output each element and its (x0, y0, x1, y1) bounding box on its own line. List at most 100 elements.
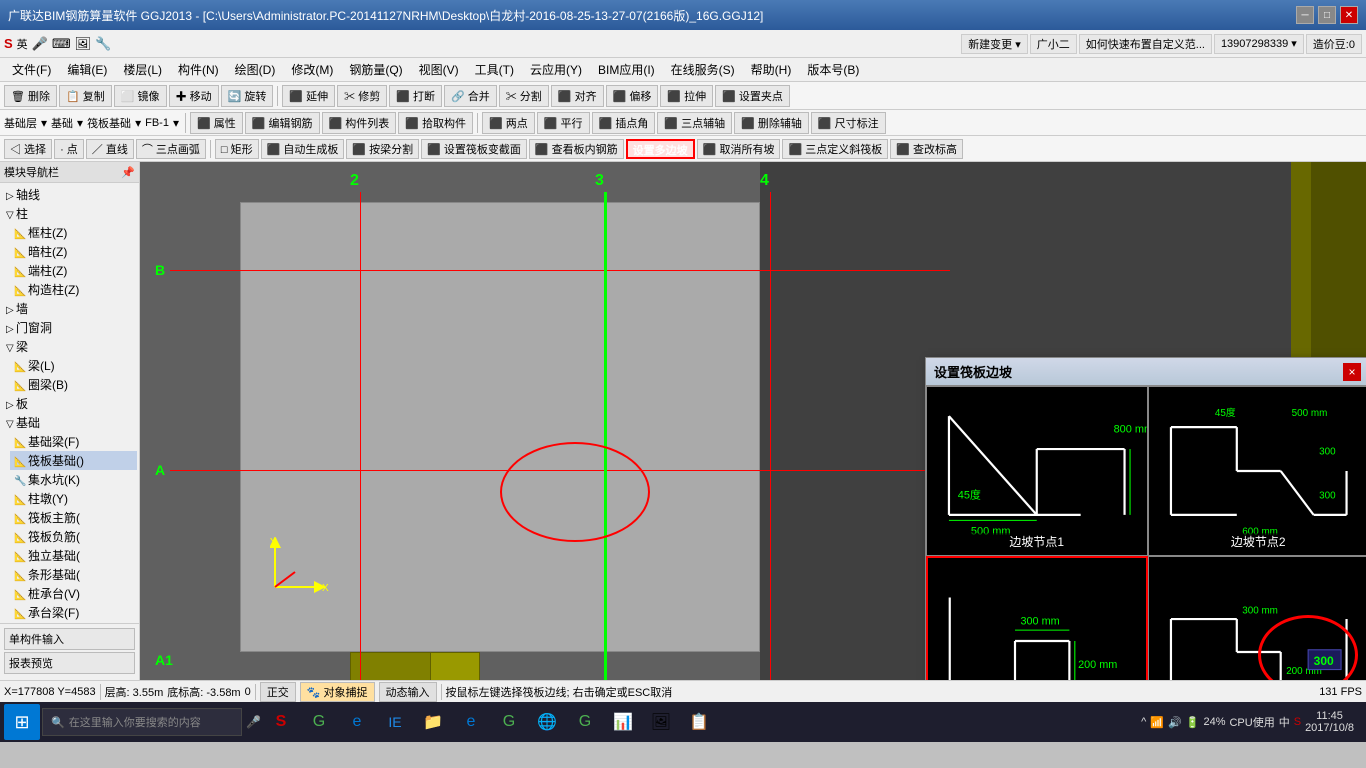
sogou-skin-icon[interactable]: 🖼 (75, 36, 92, 52)
dialog-close-btn[interactable]: × (1343, 363, 1361, 381)
tray-ime[interactable]: S (1294, 716, 1301, 728)
taskapp-edge[interactable]: e (339, 704, 375, 740)
sidebar-item-cap-beam[interactable]: 📐承台梁(F) (10, 603, 137, 622)
mic-icon[interactable]: 🎤 (246, 715, 261, 729)
minimize-button[interactable]: ─ (1296, 6, 1314, 24)
report-preview-btn[interactable]: 报表预览 (4, 652, 135, 674)
grip-btn[interactable]: ⬛ 设置夹点 (715, 85, 790, 107)
set-slope-btn[interactable]: 设置多边坡 (626, 139, 695, 159)
system-clock[interactable]: 11:45 2017/10/8 (1305, 710, 1354, 734)
merge-btn[interactable]: 🔗 合并 (444, 85, 497, 107)
node2-cell[interactable]: 500 mm 300 300 45度 600 mm 边坡节点2 (1148, 386, 1366, 556)
start-button[interactable]: ⊞ (4, 704, 40, 740)
menu-file[interactable]: 文件(F) (4, 59, 59, 80)
tray-volume[interactable]: 🔊 (1168, 716, 1182, 729)
copy-btn[interactable]: 📋 复制 (59, 85, 112, 107)
taskapp-s[interactable]: S (263, 704, 299, 740)
split-btn[interactable]: ✂ 分割 (499, 85, 549, 107)
component-list-btn[interactable]: ⬛ 构件列表 (322, 112, 397, 134)
tray-lang[interactable]: 中 (1279, 714, 1290, 730)
taskapp-app4[interactable]: G (567, 704, 603, 740)
taskapp-folder[interactable]: 📁 (415, 704, 451, 740)
taskbar-search[interactable]: 🔍 在这里输入你要搜索的内容 (42, 708, 242, 736)
menu-modify[interactable]: 修改(M) (283, 59, 341, 80)
new-change-btn[interactable]: 新建变更 ▾ (961, 34, 1028, 54)
sidebar-item-end-column[interactable]: 📐端柱(Z) (10, 261, 137, 280)
extend-btn[interactable]: ⬛ 延伸 (282, 85, 335, 107)
single-input-btn[interactable]: 单构件输入 (4, 628, 135, 650)
quick-layout-btn[interactable]: 如何快速布置自定义范... (1079, 34, 1212, 54)
move-btn[interactable]: ✚ 移动 (169, 85, 219, 107)
sidebar-item-raft[interactable]: 📐筏板基础() (10, 451, 137, 470)
mirror-btn[interactable]: ⬜ 镜像 (114, 85, 167, 107)
sidebar-pin-icon[interactable]: 📌 (121, 166, 135, 179)
set-cross-btn[interactable]: ⬛ 设置筏板变截面 (421, 139, 527, 159)
taskapp-app6[interactable]: 🖼 (643, 704, 679, 740)
sidebar-item-isolated[interactable]: 📐独立基础( (10, 546, 137, 565)
guangxiao-btn[interactable]: 广小二 (1030, 34, 1077, 54)
height-btn[interactable]: ⬛ 查改标高 (890, 139, 963, 159)
sidebar-item-foundation[interactable]: ▽基础 (2, 413, 137, 432)
node1-cell[interactable]: 500 mm 800 mm 45度 边坡节点1 (926, 386, 1148, 556)
split-beam-btn[interactable]: ⬛ 按梁分割 (346, 139, 419, 159)
break-btn[interactable]: ⬛ 打断 (389, 85, 442, 107)
sidebar-item-hidden-column[interactable]: 📐暗柱(Z) (10, 242, 137, 261)
phone-btn[interactable]: 13907298339 ▾ (1214, 34, 1304, 54)
view-rebar-btn[interactable]: ⬛ 查看板内钢筋 (529, 139, 624, 159)
taskapp-app3[interactable]: G (491, 704, 527, 740)
threepoint-aux-btn[interactable]: ⬛ 三点辅轴 (657, 112, 732, 134)
tray-icon-1[interactable]: ^ (1141, 716, 1146, 728)
sidebar-item-raft-main[interactable]: 📐筏板主筋( (10, 508, 137, 527)
snap-btn[interactable]: 🐾 对象捕捉 (300, 682, 375, 702)
pick-component-btn[interactable]: ⬛ 拾取构件 (398, 112, 473, 134)
offset-btn[interactable]: ⬛ 偏移 (606, 85, 659, 107)
rotate-btn[interactable]: 🔄 旋转 (221, 85, 274, 107)
sidebar-item-slab[interactable]: ▷板 (2, 394, 137, 413)
point-btn[interactable]: · 点 (54, 139, 84, 159)
sidebar-item-wall[interactable]: ▷墙 (2, 299, 137, 318)
dynamic-input-btn[interactable]: 动态输入 (379, 682, 437, 702)
sidebar-item-pile-cap[interactable]: 📐桩承台(V) (10, 584, 137, 603)
close-button[interactable]: ✕ (1340, 6, 1358, 24)
sidebar-item-raft-neg[interactable]: 📐筏板负筋( (10, 527, 137, 546)
taskapp-app7[interactable]: 📋 (681, 704, 717, 740)
menu-component[interactable]: 构件(N) (170, 59, 227, 80)
arc-btn[interactable]: ⌒ 三点画弧 (136, 139, 206, 159)
menu-draw[interactable]: 绘图(D) (227, 59, 284, 80)
align-btn[interactable]: ⬛ 对齐 (551, 85, 604, 107)
menu-tools[interactable]: 工具(T) (467, 59, 522, 80)
taskapp-app1[interactable]: G (301, 704, 337, 740)
sogou-tool-icon[interactable]: 🔧 (95, 36, 111, 52)
menu-view[interactable]: 视图(V) (411, 59, 467, 80)
menu-floor[interactable]: 楼层(L) (115, 59, 170, 80)
line-btn[interactable]: ／ 直线 (86, 139, 134, 159)
tray-network[interactable]: 📶 (1150, 716, 1164, 729)
coins-btn[interactable]: 造价豆:0 (1306, 34, 1362, 54)
property-btn[interactable]: ⬛ 属性 (190, 112, 243, 134)
sidebar-item-ring-beam[interactable]: 📐圈梁(B) (10, 375, 137, 394)
node3-cell[interactable]: 300 mm 200 mm 边坡节点3 (926, 556, 1148, 680)
maximize-button[interactable]: □ (1318, 6, 1336, 24)
sidebar-item-column[interactable]: ▽柱 (2, 204, 137, 223)
sidebar-item-sump[interactable]: 🔧集水坑(K) (10, 470, 137, 489)
cancel-slope-btn[interactable]: ⬛ 取消所有坡 (697, 139, 781, 159)
taskapp-app2[interactable]: e (453, 704, 489, 740)
rect-btn[interactable]: □ 矩形 (215, 139, 259, 159)
select-btn[interactable]: ◁ 选择 (4, 139, 52, 159)
sidebar-item-found-beam[interactable]: 📐基础梁(F) (10, 432, 137, 451)
taskapp-web[interactable]: 🌐 (529, 704, 565, 740)
menu-rebar[interactable]: 钢筋量(Q) (341, 59, 410, 80)
menu-cloud[interactable]: 云应用(Y) (522, 59, 590, 80)
sidebar-item-beam[interactable]: ▽梁 (2, 337, 137, 356)
taskapp-app5[interactable]: 📊 (605, 704, 641, 740)
sidebar-item-col-pier[interactable]: 📐柱墩(Y) (10, 489, 137, 508)
sidebar-item-strip[interactable]: 📐条形基础( (10, 565, 137, 584)
ortho-btn[interactable]: 正交 (260, 682, 296, 702)
sidebar-item-struct-column[interactable]: 📐构造柱(Z) (10, 280, 137, 299)
edit-rebar-btn[interactable]: ⬛ 编辑钢筋 (245, 112, 320, 134)
parallel-btn[interactable]: ⬛ 平行 (537, 112, 590, 134)
sidebar-item-beam-l[interactable]: 📐梁(L) (10, 356, 137, 375)
sogou-mic-icon[interactable]: 🎤 (32, 36, 48, 52)
menu-edit[interactable]: 编辑(E) (59, 59, 115, 80)
angle-btn[interactable]: ⬛ 插点角 (592, 112, 656, 134)
